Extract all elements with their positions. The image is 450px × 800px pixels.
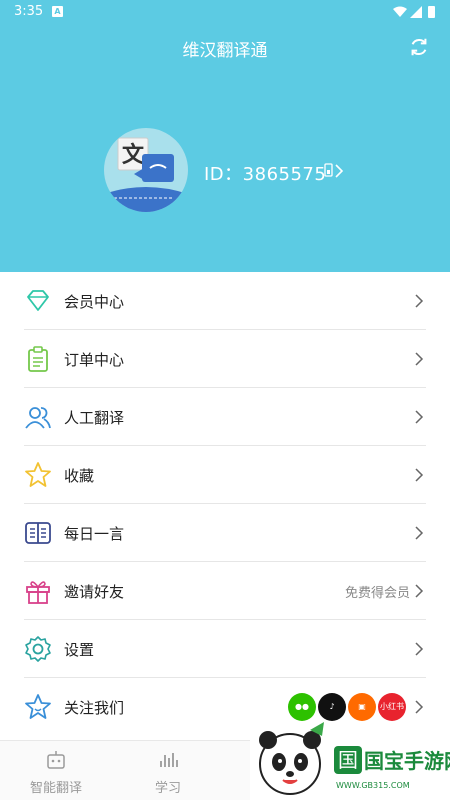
star-icon: [25, 462, 51, 487]
clipboard-icon: [28, 346, 48, 372]
notification-icon: A: [52, 6, 63, 17]
tab-label: 学习: [154, 781, 181, 796]
chevron-right-icon: [415, 526, 424, 540]
status-bar: 3:35 A: [0, 0, 450, 24]
signal-icon: [410, 6, 422, 18]
app-logo-icon: 文: [104, 137, 188, 212]
bars-icon: [160, 753, 178, 767]
tab-learn[interactable]: 学习: [130, 741, 206, 800]
gear-icon: [25, 636, 51, 662]
watermark-url: WWW.GB315.COM: [336, 781, 410, 790]
svg-text:文: 文: [122, 142, 145, 168]
chevron-right-icon: [415, 410, 424, 424]
chevron-right-icon: [415, 294, 424, 308]
chevron-right-icon: [415, 642, 424, 656]
robot-icon: [47, 751, 65, 769]
menu-item-label: 设置: [64, 641, 95, 659]
panda-watermark-logo: 国 国宝手游网 WWW.GB315.COM: [250, 722, 450, 800]
profile-header: 维汉翻译通 文 ID：3865575: [0, 24, 450, 272]
watermark: 国 国宝手游网 WWW.GB315.COM: [250, 722, 450, 800]
menu-item-label: 邀请好友: [64, 583, 125, 601]
xiaohongshu-icon[interactable]: 小红书: [378, 693, 406, 721]
menu-item-label: 每日一言: [64, 525, 125, 543]
menu-item-label: 人工翻译: [64, 409, 125, 427]
user-id[interactable]: ID：3865575: [204, 160, 326, 186]
chevron-right-icon: [415, 468, 424, 482]
wifi-icon: [393, 6, 407, 17]
kuaishou-icon[interactable]: ▣: [348, 693, 376, 721]
tab-label: 智能翻译: [29, 781, 82, 796]
invite-reward-text: 免费得会员: [344, 586, 410, 601]
menu-item-invite-friends[interactable]: 邀请好友 免费得会员: [24, 562, 426, 620]
app-title: 维汉翻译通: [182, 41, 268, 61]
social-icons: ●● ♪ ▣ 小红书: [288, 693, 406, 721]
wechat-icon[interactable]: ●●: [288, 693, 316, 721]
status-icons: [393, 6, 435, 18]
menu-list: 会员中心 订单中心 人工翻译 收藏 每日一言 邀请好友 免费得会员 设置 关注我…: [24, 272, 426, 736]
menu-item-label: 会员中心: [64, 293, 125, 311]
chevron-right-icon: [415, 584, 424, 598]
douyin-icon[interactable]: ♪: [318, 693, 346, 721]
menu-item-label: 收藏: [64, 467, 95, 485]
menu-item-human-translation[interactable]: 人工翻译: [24, 388, 426, 446]
chevron-right-icon: [415, 352, 424, 366]
tab-smart-translate[interactable]: 智能翻译: [18, 741, 94, 800]
diamond-icon: [27, 290, 49, 311]
status-time: 3:35: [14, 4, 44, 19]
refresh-icon[interactable]: [408, 36, 430, 58]
menu-item-label: 关注我们: [64, 699, 125, 717]
copy-chevron-icon[interactable]: [324, 162, 346, 180]
gift-icon: [26, 581, 50, 604]
svg-text:国: 国: [338, 748, 358, 772]
menu-item-favorites[interactable]: 收藏: [24, 446, 426, 504]
menu-item-settings[interactable]: 设置: [24, 620, 426, 678]
people-icon: [25, 407, 51, 429]
menu-item-orders[interactable]: 订单中心: [24, 330, 426, 388]
menu-item-daily-quote[interactable]: 每日一言: [24, 504, 426, 562]
book-icon: [25, 522, 51, 544]
battery-icon: [428, 6, 435, 18]
avatar[interactable]: 文: [104, 128, 188, 212]
chevron-right-icon: [415, 700, 424, 714]
watermark-brand: 国宝手游网: [364, 749, 450, 773]
menu-item-membership[interactable]: 会员中心: [24, 272, 426, 330]
star-outline-icon: [25, 694, 51, 719]
menu-item-label: 订单中心: [64, 351, 125, 369]
